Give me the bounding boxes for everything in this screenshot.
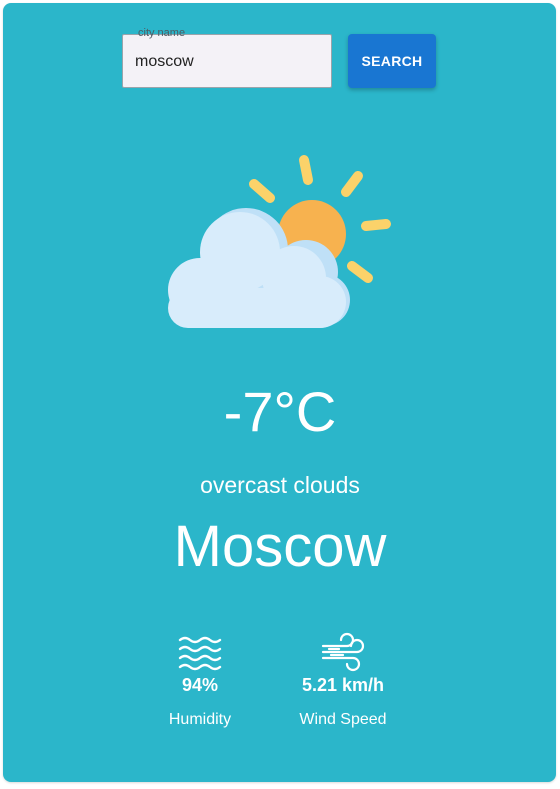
humidity-stat: 94% Humidity [150,634,250,730]
temperature-value: -7°C [223,380,337,443]
city-search-label: city name [138,27,186,39]
search-button[interactable]: SEARCH [348,34,436,88]
wind-speed-stat: 5.21 km/h Wind Speed [283,632,403,730]
city-name: Moscow [173,514,387,579]
city-search-input[interactable] [135,49,320,75]
humidity-value: 94% [181,675,219,695]
city-search-field[interactable] [122,34,332,88]
humidity-label: Humidity [168,711,232,728]
wind-icon [321,632,365,672]
waves-icon [178,636,222,671]
wind-speed-label: Wind Speed [299,711,387,728]
wind-speed-value: 5.21 km/h [301,675,385,695]
weather-description: overcast clouds [200,472,360,498]
partly-cloudy-icon [168,155,391,328]
